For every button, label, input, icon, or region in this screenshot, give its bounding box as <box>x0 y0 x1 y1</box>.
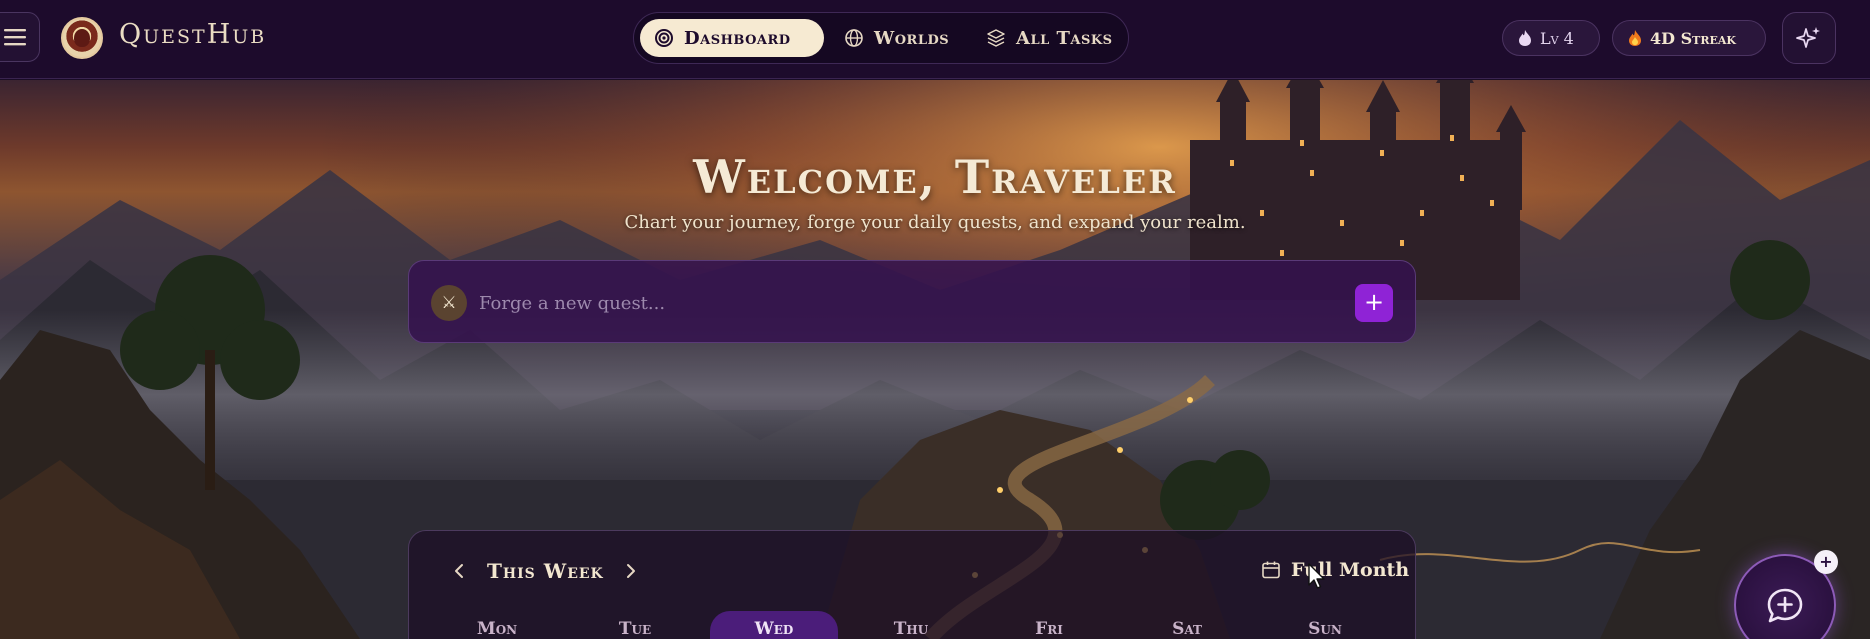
day-mon[interactable]: Mon <box>442 619 552 639</box>
ai-assist-button[interactable] <box>1782 12 1836 64</box>
day-sat[interactable]: Sat <box>1132 619 1242 639</box>
tab-dashboard[interactable]: Dashboard <box>640 19 824 57</box>
tab-all-tasks[interactable]: All Tasks <box>972 19 1127 57</box>
calendar-icon <box>1262 561 1280 579</box>
tab-worlds[interactable]: Worlds <box>830 19 963 57</box>
app-logo[interactable] <box>61 17 103 59</box>
tab-label: All Tasks <box>1016 27 1113 49</box>
add-quest-button[interactable]: + <box>1355 284 1393 322</box>
layers-icon <box>987 29 1005 47</box>
sparkles-icon <box>1796 27 1820 48</box>
target-icon <box>655 29 673 47</box>
main-nav: Dashboard Worlds All Tasks <box>633 12 1129 64</box>
day-tue[interactable]: Tue <box>580 619 690 639</box>
flame-icon <box>1519 30 1531 46</box>
full-month-button[interactable]: Full Month <box>1261 559 1409 581</box>
level-badge[interactable]: Lv 4 <box>1502 20 1600 56</box>
menu-button[interactable] <box>0 12 40 62</box>
top-bar: QuestHub Dashboard Worlds All Tasks Lv 4… <box>0 0 1870 79</box>
chat-plus-icon <box>1767 588 1803 623</box>
chevron-left-icon[interactable] <box>449 561 469 581</box>
welcome-subtitle: Chart your journey, forge your daily que… <box>624 212 1246 233</box>
hero-banner: Welcome, Traveler Chart your journey, fo… <box>0 80 1870 639</box>
tab-label: Dashboard <box>684 27 791 49</box>
day-wed[interactable]: Wed <box>710 611 838 639</box>
new-quest-input[interactable] <box>479 283 1319 323</box>
streak-label: 4D Streak <box>1650 28 1736 48</box>
day-thu[interactable]: Thu <box>856 619 966 639</box>
week-label: This Week <box>487 559 604 583</box>
hamburger-icon <box>4 29 26 46</box>
tab-label: Worlds <box>874 27 950 49</box>
fab-badge: + <box>1814 550 1838 574</box>
day-sun[interactable]: Sun <box>1270 619 1380 639</box>
brand-name: QuestHub <box>119 19 267 50</box>
fire-icon <box>1629 30 1641 46</box>
chevron-right-icon[interactable] <box>621 561 641 581</box>
globe-icon <box>845 29 863 47</box>
welcome-title: Welcome, Traveler <box>693 150 1177 204</box>
mouse-cursor-icon <box>1308 563 1325 589</box>
level-label: Lv 4 <box>1540 28 1574 48</box>
crossed-swords-icon: ⚔ <box>431 285 467 321</box>
day-fri[interactable]: Fri <box>994 619 1104 639</box>
week-calendar-panel: This Week Full Month Mon Tue Wed Thu Fri… <box>408 530 1416 639</box>
new-quest-bar: ⚔ + <box>408 260 1416 343</box>
streak-badge[interactable]: 4D Streak <box>1612 20 1766 56</box>
